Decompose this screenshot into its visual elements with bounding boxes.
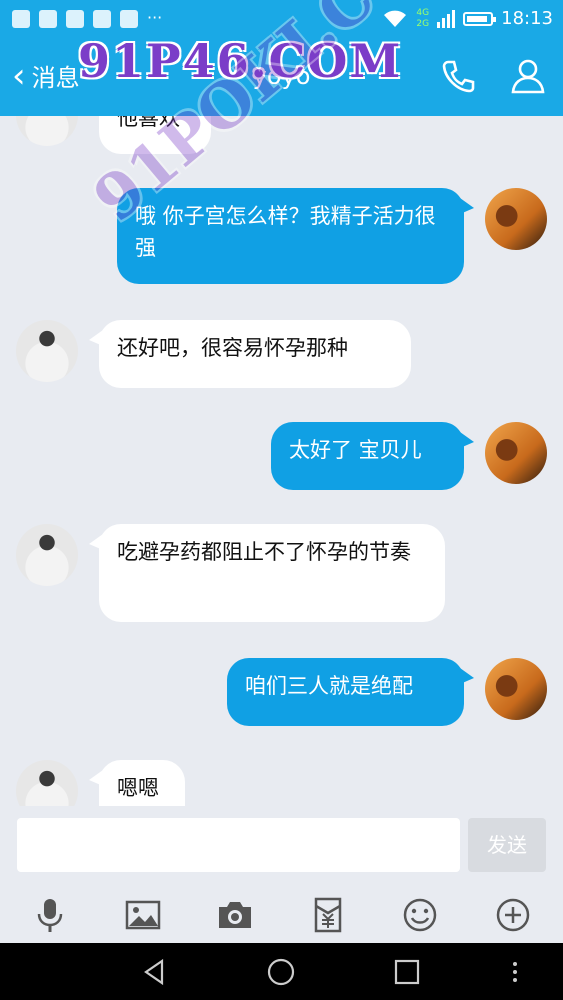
camera-icon[interactable]: [216, 896, 254, 934]
microphone-icon[interactable]: [31, 896, 69, 934]
message-bubble: 哦 你子宫怎么样？我精子活力很强: [117, 188, 474, 284]
system-nav-bar: [0, 943, 563, 1000]
avatar[interactable]: [485, 188, 547, 250]
avatar[interactable]: [16, 116, 78, 146]
menu-dots-icon[interactable]: [500, 957, 530, 987]
recent-square-icon[interactable]: [392, 957, 422, 987]
emoji-icon[interactable]: [401, 896, 439, 934]
status-bar: ··· 4G 2G 18:13: [0, 0, 563, 38]
avatar[interactable]: [16, 760, 78, 806]
cloud-notification-icon: [66, 10, 84, 28]
red-packet-icon[interactable]: [309, 896, 347, 934]
battery-icon: [463, 11, 497, 26]
message-bubble: 他喜欢: [99, 116, 211, 154]
user-icon[interactable]: [508, 56, 548, 96]
plus-icon[interactable]: [494, 896, 532, 934]
back-triangle-icon[interactable]: [140, 957, 170, 987]
message-bubble: 太好了 宝贝儿: [271, 422, 474, 490]
clock: 18:13: [501, 8, 553, 29]
message-bubble: 嗯嗯: [89, 760, 185, 806]
message-bubble: 还好吧，很容易怀孕那种: [89, 320, 411, 388]
chat-header: ‹ 消息 yoyo: [0, 38, 563, 116]
notification-icons: ···: [12, 10, 162, 28]
chat-messages[interactable]: 他喜欢 哦 你子宫怎么样？我精子活力很强 还好吧，很容易怀孕那种 太好了 宝贝儿…: [0, 116, 563, 806]
more-notifications: ···: [147, 8, 163, 27]
app-notification-icon: [12, 10, 30, 28]
network-2g: 2G: [416, 18, 430, 29]
signal-icon: [437, 9, 456, 28]
app-notification-icon: [120, 10, 138, 28]
gallery-notification-icon: [39, 10, 57, 28]
avatar[interactable]: [16, 320, 78, 382]
message-bubble: 吃避孕药都阻止不了怀孕的节奏: [89, 524, 445, 622]
message-input[interactable]: [17, 818, 460, 872]
app-notification-icon: [93, 10, 111, 28]
chat-title: yoyo: [252, 62, 311, 90]
network-4g: 4G: [416, 7, 430, 18]
phone-icon[interactable]: [438, 56, 478, 96]
chat-toolbar: [0, 886, 563, 943]
avatar[interactable]: [16, 524, 78, 586]
send-button[interactable]: 发送: [468, 818, 546, 872]
image-icon[interactable]: [124, 896, 162, 934]
wifi-icon: [384, 10, 407, 27]
input-bar: 发送: [0, 806, 563, 886]
message-bubble: 咱们三人就是绝配: [227, 658, 474, 726]
avatar[interactable]: [485, 658, 547, 720]
status-right: 4G 2G 18:13: [382, 8, 553, 29]
avatar[interactable]: [485, 422, 547, 484]
home-circle-icon[interactable]: [266, 957, 296, 987]
